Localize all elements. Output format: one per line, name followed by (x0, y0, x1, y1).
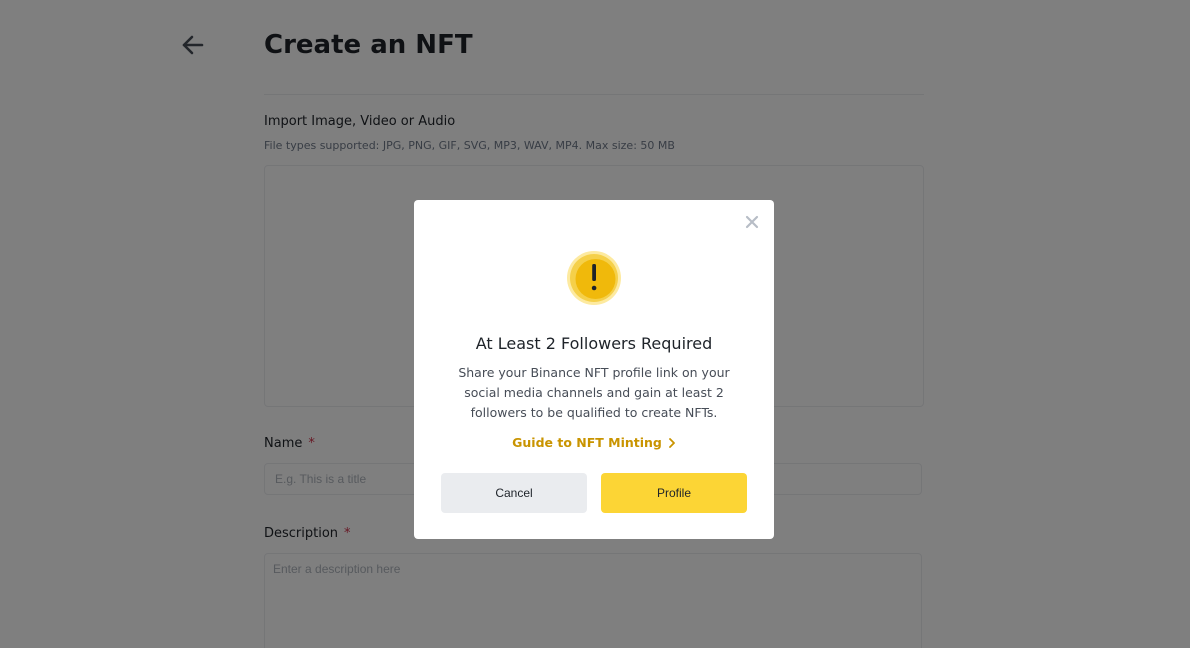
guide-to-nft-minting-link[interactable]: Guide to NFT Minting (414, 434, 774, 453)
profile-button[interactable]: Profile (601, 473, 747, 513)
followers-required-modal: At Least 2 Followers Required Share your… (414, 200, 774, 539)
close-icon[interactable] (742, 212, 762, 232)
cancel-button[interactable]: Cancel (441, 473, 587, 513)
create-nft-page: Create an NFT Import Image, Video or Aud… (0, 0, 1190, 648)
chevron-right-icon (668, 435, 676, 453)
exclamation-warning-icon (566, 250, 622, 306)
guide-link-label: Guide to NFT Minting (512, 435, 662, 450)
modal-description: Share your Binance NFT profile link on y… (458, 365, 730, 420)
modal-title: At Least 2 Followers Required (475, 334, 713, 353)
